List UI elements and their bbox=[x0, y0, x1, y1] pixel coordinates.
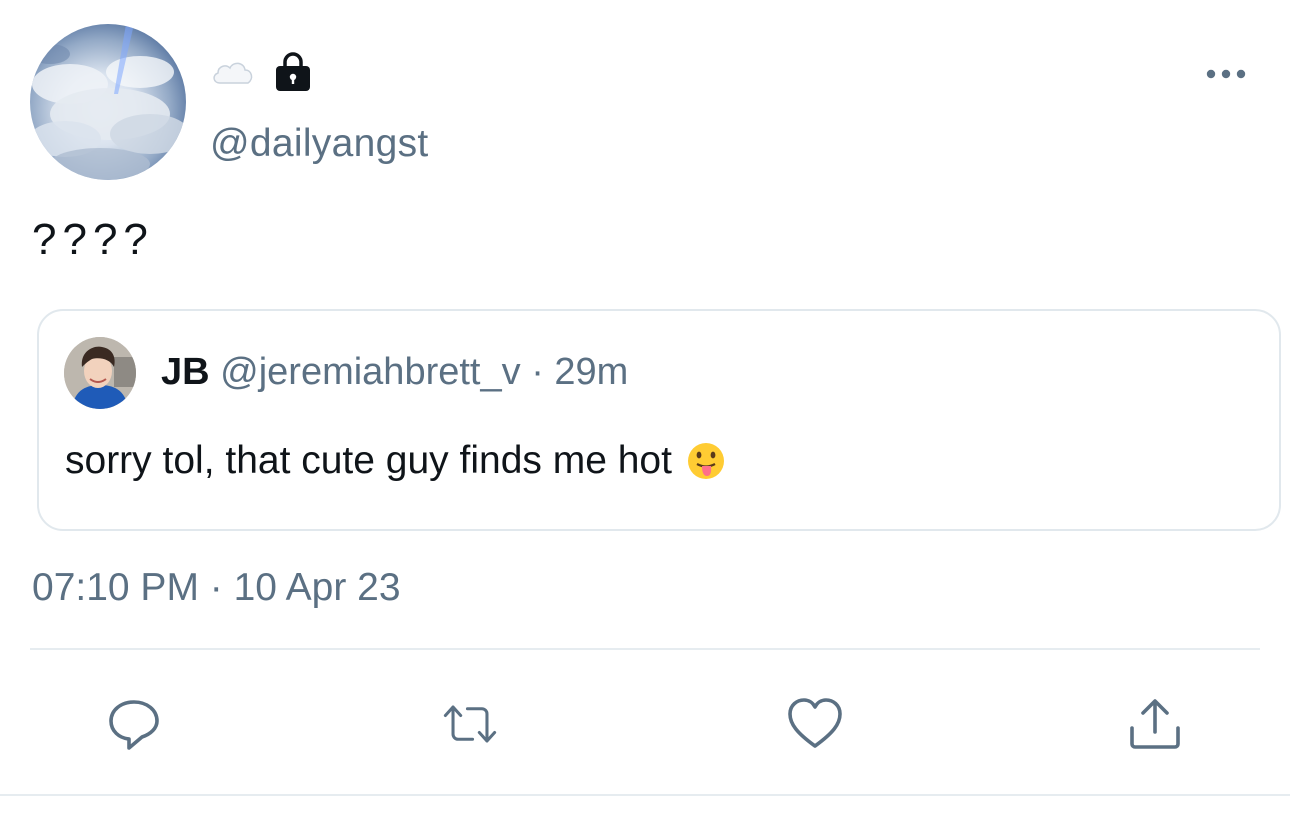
lock-icon bbox=[276, 52, 310, 91]
cloud-icon bbox=[213, 62, 253, 84]
more-icon[interactable] bbox=[1204, 64, 1248, 84]
like-icon[interactable] bbox=[787, 696, 843, 752]
separator-dot: · bbox=[531, 351, 544, 393]
quoted-tweet-card[interactable]: JB @jeremiahbrett_v · 29m sorry tol, tha… bbox=[37, 309, 1281, 531]
reply-icon[interactable] bbox=[106, 696, 162, 752]
divider bbox=[0, 794, 1290, 796]
quoted-tweet-text: sorry tol, that cute guy finds me hot bbox=[65, 439, 672, 482]
quoted-user-name[interactable]: JB bbox=[161, 351, 210, 393]
profile-avatar[interactable] bbox=[30, 24, 186, 180]
tweet-detail: @dailyangst ???? JB @jeremiahbrett_v · 2… bbox=[0, 0, 1290, 813]
share-icon[interactable] bbox=[1127, 696, 1183, 752]
quoted-user-avatar[interactable] bbox=[64, 337, 136, 409]
tweet-text: ???? bbox=[32, 215, 154, 264]
person-photo bbox=[64, 337, 136, 409]
display-name-row bbox=[210, 50, 314, 94]
quoted-tweet-header: JB @jeremiahbrett_v · 29m bbox=[161, 351, 628, 394]
face-with-tongue-icon bbox=[687, 443, 724, 479]
retweet-icon[interactable] bbox=[442, 696, 498, 752]
quoted-user-handle[interactable]: @jeremiahbrett_v bbox=[220, 351, 520, 393]
tweet-timestamp[interactable]: 07:10 PM · 10 Apr 23 bbox=[32, 566, 401, 610]
divider bbox=[30, 648, 1260, 650]
user-handle[interactable]: @dailyangst bbox=[210, 122, 429, 166]
sky-clouds-image bbox=[30, 24, 186, 180]
quoted-tweet-text-row: sorry tol, that cute guy finds me hot bbox=[65, 439, 726, 483]
quoted-tweet-time[interactable]: 29m bbox=[554, 351, 628, 393]
